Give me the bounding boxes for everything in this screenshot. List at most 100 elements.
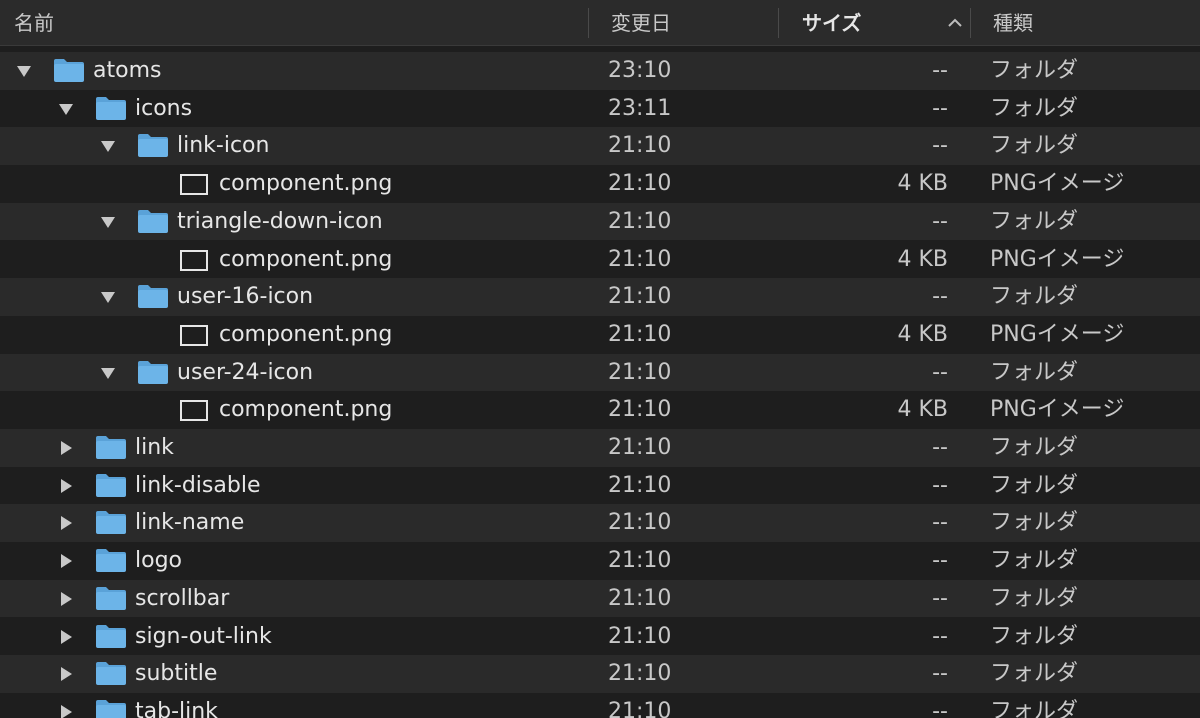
folder-row[interactable]: link-name 21:10 -- フォルダ xyxy=(0,504,1200,543)
folder-row[interactable]: tab-link 21:10 -- フォルダ xyxy=(0,692,1200,718)
folder-row[interactable]: user-16-icon 21:10 -- フォルダ xyxy=(0,278,1200,316)
folder-icon xyxy=(137,354,171,392)
item-size: -- xyxy=(932,95,948,121)
folder-row[interactable]: subtitle 21:10 -- フォルダ xyxy=(0,655,1200,693)
folder-row[interactable]: link-disable 21:10 -- フォルダ xyxy=(0,466,1200,505)
item-name: component.png xyxy=(219,321,393,347)
column-header-kind[interactable]: 種類 xyxy=(993,0,1193,46)
folder-row[interactable]: scrollbar 21:10 -- フォルダ xyxy=(0,579,1200,618)
file-row[interactable]: component.png 21:10 4 KB PNGイメージ xyxy=(0,165,1200,203)
item-modified-date: 21:10 xyxy=(608,472,672,498)
item-kind: フォルダ xyxy=(990,585,1079,611)
folder-icon xyxy=(95,90,129,128)
image-file-icon xyxy=(179,241,213,279)
item-kind: フォルダ xyxy=(990,133,1079,159)
item-modified-date: 21:10 xyxy=(608,661,672,687)
file-list: atoms 23:10 -- フォルダ icons 23:11 -- フォルダ link-ico… xyxy=(0,52,1200,718)
triangle-right-icon[interactable] xyxy=(55,504,77,542)
item-kind: フォルダ xyxy=(990,208,1079,234)
triangle-right-icon[interactable] xyxy=(55,693,77,718)
item-name: component.png xyxy=(219,171,393,197)
item-size: 4 KB xyxy=(897,321,948,347)
triangle-right-icon[interactable] xyxy=(55,467,77,505)
item-size: -- xyxy=(932,472,948,498)
column-header-name[interactable]: 名前 xyxy=(14,0,574,46)
item-name: link xyxy=(135,435,174,460)
item-modified-date: 21:10 xyxy=(608,133,672,159)
item-size: -- xyxy=(932,133,948,159)
column-header-bar: 名前 変更日 サイズ 種類 xyxy=(0,0,1200,46)
item-modified-date: 21:10 xyxy=(608,548,672,574)
column-divider[interactable] xyxy=(778,8,779,38)
triangle-down-icon[interactable] xyxy=(55,90,77,128)
triangle-right-icon[interactable] xyxy=(55,580,77,618)
column-header-date[interactable]: 変更日 xyxy=(611,0,771,46)
folder-icon xyxy=(95,542,129,580)
item-size: -- xyxy=(932,661,948,687)
folder-icon xyxy=(95,429,129,467)
item-name: subtitle xyxy=(135,661,218,687)
folder-row[interactable]: sign-out-link 21:10 -- フォルダ xyxy=(0,617,1200,656)
item-name: user-16-icon xyxy=(177,284,314,310)
item-size: 4 KB xyxy=(897,171,948,197)
item-size: -- xyxy=(932,548,948,574)
folder-icon xyxy=(137,127,171,165)
item-size: -- xyxy=(932,698,948,718)
item-kind: フォルダ xyxy=(990,435,1079,460)
folder-row[interactable]: user-24-icon 21:10 -- フォルダ xyxy=(0,353,1200,392)
folder-row[interactable]: icons 23:11 -- フォルダ xyxy=(0,89,1200,128)
folder-row[interactable]: triangle-down-icon 21:10 -- フォルダ xyxy=(0,202,1200,241)
folder-row[interactable]: logo 21:10 -- フォルダ xyxy=(0,542,1200,580)
item-modified-date: 21:10 xyxy=(608,284,672,310)
column-divider[interactable] xyxy=(588,8,589,38)
item-modified-date: 21:10 xyxy=(608,435,672,460)
item-modified-date: 21:10 xyxy=(608,171,672,197)
item-size: -- xyxy=(932,284,948,310)
item-name: scrollbar xyxy=(135,585,230,611)
folder-icon xyxy=(95,655,129,693)
triangle-right-icon[interactable] xyxy=(55,542,77,580)
item-kind: PNGイメージ xyxy=(990,321,1125,347)
folder-icon xyxy=(95,693,129,718)
folder-row[interactable]: link 21:10 -- フォルダ xyxy=(0,429,1200,467)
file-row[interactable]: component.png 21:10 4 KB PNGイメージ xyxy=(0,315,1200,354)
file-row[interactable]: component.png 21:10 4 KB PNGイメージ xyxy=(0,391,1200,429)
triangle-down-icon[interactable] xyxy=(13,52,35,90)
item-kind: フォルダ xyxy=(990,95,1079,121)
item-kind: フォルダ xyxy=(990,58,1079,83)
item-name: component.png xyxy=(219,246,393,272)
item-modified-date: 21:10 xyxy=(608,585,672,611)
item-size: -- xyxy=(932,58,948,83)
item-name: sign-out-link xyxy=(135,623,272,649)
triangle-right-icon[interactable] xyxy=(55,618,77,656)
item-kind: フォルダ xyxy=(990,510,1079,536)
column-divider[interactable] xyxy=(970,8,971,38)
item-name: component.png xyxy=(219,397,393,423)
item-modified-date: 21:10 xyxy=(608,359,672,385)
triangle-down-icon[interactable] xyxy=(97,203,119,241)
file-row[interactable]: component.png 21:10 4 KB PNGイメージ xyxy=(0,240,1200,279)
item-size: -- xyxy=(932,510,948,536)
item-size: -- xyxy=(932,208,948,234)
item-modified-date: 21:10 xyxy=(608,246,672,272)
item-name: icons xyxy=(135,95,193,121)
item-kind: フォルダ xyxy=(990,284,1079,310)
item-kind: フォルダ xyxy=(990,548,1079,574)
triangle-right-icon[interactable] xyxy=(55,655,77,693)
triangle-down-icon[interactable] xyxy=(97,278,119,316)
folder-icon xyxy=(95,467,129,505)
item-modified-date: 21:10 xyxy=(608,510,672,536)
item-name: logo xyxy=(135,548,182,574)
item-modified-date: 21:10 xyxy=(608,698,672,718)
folder-row[interactable]: link-icon 21:10 -- フォルダ xyxy=(0,127,1200,166)
chevron-up-icon[interactable] xyxy=(946,14,964,32)
folder-icon xyxy=(95,618,129,656)
triangle-down-icon[interactable] xyxy=(97,354,119,392)
folder-icon xyxy=(53,52,87,90)
folder-icon xyxy=(137,203,171,241)
triangle-right-icon[interactable] xyxy=(55,429,77,467)
folder-row[interactable]: atoms 23:10 -- フォルダ xyxy=(0,52,1200,90)
item-size: -- xyxy=(932,585,948,611)
triangle-down-icon[interactable] xyxy=(97,127,119,165)
item-name: link-disable xyxy=(135,472,261,498)
